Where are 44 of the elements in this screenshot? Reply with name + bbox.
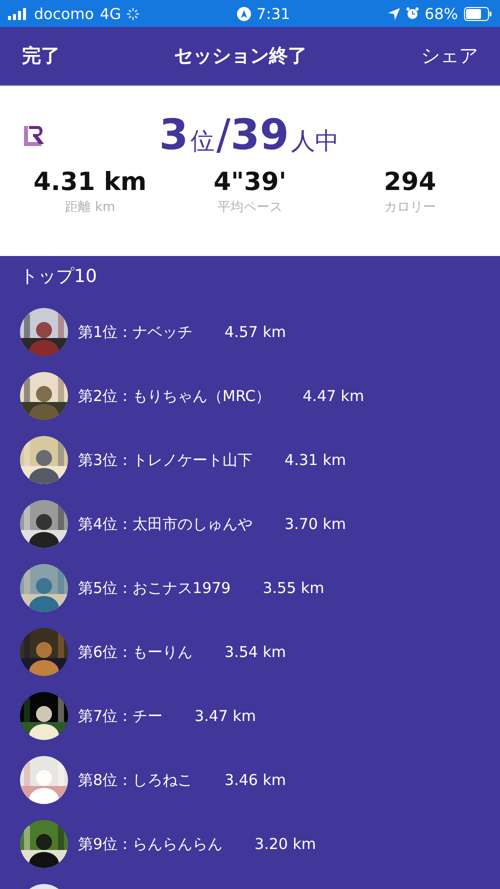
runner-rank-name: 第9位：らんらんらん bbox=[78, 834, 223, 854]
separator-slash: / bbox=[216, 110, 230, 159]
runner-distance: 4.31 km bbox=[284, 451, 346, 469]
loading-icon bbox=[127, 8, 140, 20]
stat-label: カロリー bbox=[384, 199, 436, 216]
runner-rank-name: 第4位：太田市のしゅんや bbox=[78, 514, 253, 534]
battery-percent: 68% bbox=[424, 4, 458, 22]
runner-distance: 4.47 km bbox=[302, 387, 364, 405]
signal-icon bbox=[8, 8, 28, 20]
stat-value: 4.31 km bbox=[33, 167, 147, 196]
runner-rank-name: 第1位：ナベッチ bbox=[78, 322, 193, 342]
done-button[interactable]: 完了 bbox=[22, 43, 60, 69]
runner-distance: 3.70 km bbox=[284, 515, 346, 533]
runner-rank-name: 第6位：もーりん bbox=[78, 642, 193, 662]
screen-title: セッション終了 bbox=[174, 44, 307, 69]
stat-value: 294 bbox=[384, 167, 436, 196]
runner-rank-name: 第2位：もりちゃん（MRC） bbox=[78, 386, 271, 406]
app-logo-icon bbox=[24, 124, 46, 146]
runner-rank-name: 第3位：トレノケート山下 bbox=[78, 450, 253, 470]
network-type: 4G bbox=[100, 4, 122, 22]
participant-unit: 人中 bbox=[290, 126, 339, 157]
runner-rank-name: 第7位：チー bbox=[78, 706, 163, 726]
runner-distance: 3.20 km bbox=[254, 835, 316, 853]
runner-distance: 3.46 km bbox=[224, 771, 286, 789]
participant-count: 39 bbox=[230, 110, 289, 159]
alarm-icon bbox=[406, 7, 419, 20]
runner-rank-name: 第8位：しろねこ bbox=[78, 770, 193, 790]
stat-label: 距離 km bbox=[64, 199, 116, 216]
runner-distance: 3.54 km bbox=[224, 643, 286, 661]
section-title: トップ10 bbox=[20, 265, 98, 288]
share-button[interactable]: シェア bbox=[421, 43, 478, 69]
battery-icon bbox=[464, 6, 492, 20]
runner-distance: 3.47 km bbox=[194, 707, 256, 725]
rank-unit: 位 bbox=[190, 126, 214, 157]
carrier-name: docomo bbox=[34, 4, 94, 22]
runner-rank-name: 第5位：おこナス1979 bbox=[78, 578, 231, 598]
runner-distance: 3.55 km bbox=[262, 579, 324, 597]
rank-number: 3 bbox=[159, 110, 188, 159]
stat-value: 4"39' bbox=[214, 167, 286, 196]
stat-label: 平均ペース bbox=[218, 199, 282, 216]
clock-time: 7:31 bbox=[256, 4, 290, 22]
runner-distance: 4.57 km bbox=[224, 323, 286, 341]
navigation-icon bbox=[236, 6, 251, 20]
location-arrow-icon bbox=[388, 8, 400, 20]
